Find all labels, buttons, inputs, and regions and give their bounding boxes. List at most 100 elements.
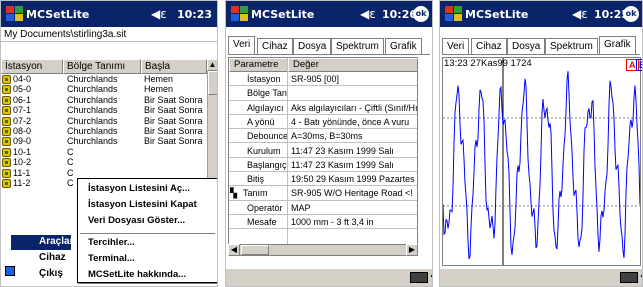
menu-item-preferences[interactable]: Tercihler... <box>88 237 135 248</box>
column-header-value[interactable]: Değer <box>288 58 418 72</box>
table-row[interactable]: 04-0 Churchlands Hemen <box>1 74 207 84</box>
tab-spectrum[interactable]: Spektrum <box>545 38 598 54</box>
data-view-screen: MCSetLite ◀ε 10:26 ok Veri Cihaz Dosya S… <box>225 0 433 287</box>
tab-device[interactable]: Cihaz <box>471 38 507 54</box>
scroll-left-icon[interactable]: ◀ <box>228 244 240 256</box>
parameter-row[interactable]: Mesafe 1000 mm - 3 ft 3,4 in <box>229 215 417 230</box>
table-row[interactable]: 10-2 C <box>1 157 207 168</box>
tab-data[interactable]: Veri <box>442 38 470 54</box>
speaker-icon[interactable]: ◀ε <box>572 7 588 21</box>
tab-graph[interactable]: Grafik <box>599 36 636 54</box>
station-start: Bir Saat Sonra <box>144 94 203 105</box>
menu-item-terminal[interactable]: Terminal... <box>88 253 135 264</box>
horizontal-scrollbar[interactable]: ◀ ▶ <box>228 244 418 256</box>
column-header-start[interactable]: Başla <box>141 59 207 74</box>
menu-item-close-station-list[interactable]: İstasyon Listesini Kapat <box>88 199 197 210</box>
tab-device[interactable]: Cihaz <box>257 38 293 54</box>
channel-b-marker[interactable]: B <box>636 59 642 71</box>
table-row[interactable]: 10-1 C <box>1 147 207 157</box>
station-region: Churchlands <box>67 94 118 105</box>
ok-button[interactable]: ok <box>623 6 639 22</box>
tab-data[interactable]: Veri <box>228 36 256 54</box>
table-row[interactable]: 05-0 Churchlands Hemen <box>1 84 207 95</box>
table-row[interactable]: 09-0 Churchlands Bir Saat Sonra <box>1 136 207 147</box>
table-row[interactable]: 07-2 Churchlands Bir Saat Sonra <box>1 116 207 126</box>
parameter-value: MAP <box>291 202 311 213</box>
station-icon <box>2 85 11 95</box>
command-bar <box>226 268 432 286</box>
tools-context-menu: İstasyon Listesini Aç... İstasyon Listes… <box>77 178 217 283</box>
tab-graph[interactable]: Grafik <box>385 38 422 54</box>
tab-divider <box>228 54 430 55</box>
menu-item-open-station-list[interactable]: İstasyon Listesini Aç... <box>88 183 190 194</box>
scroll-thumb[interactable] <box>208 71 217 95</box>
station-start: Bir Saat Sonra <box>144 105 203 116</box>
parameter-row[interactable]: Bölge Tanımı <box>229 86 417 101</box>
parameter-value: 1000 mm - 3 ft 3,4 in <box>291 217 374 227</box>
station-icon <box>2 95 11 105</box>
scroll-up-icon[interactable]: ▲ <box>207 59 217 71</box>
clock[interactable]: 10:23 <box>177 8 212 21</box>
station-region: Churchlands <box>67 84 118 95</box>
menu-item-show-data-file[interactable]: Veri Dosyası Göster... <box>88 215 185 226</box>
column-header-parameter[interactable]: Parametre <box>229 58 288 72</box>
signal-plot[interactable] <box>442 57 641 266</box>
speaker-icon[interactable]: ◀ε <box>151 7 167 21</box>
station-id: 10-2 <box>13 157 32 168</box>
tab-file[interactable]: Dosya <box>507 38 546 54</box>
menu-tools[interactable]: Araçlar <box>11 235 73 250</box>
parameter-value: 11:47 23 Kasım 1999 Salı <box>291 159 394 170</box>
title-bar: MCSetLite ◀ε 10:25 ok <box>440 1 642 27</box>
parameter-name: Bölge Tanımı <box>247 88 287 99</box>
column-header-region[interactable]: Bölge Tanımı <box>63 59 141 74</box>
menu-device[interactable]: Cihaz <box>11 251 71 266</box>
station-id: 07-2 <box>13 115 32 126</box>
station-region: Churchlands <box>67 136 118 147</box>
ok-button[interactable]: ok <box>413 6 429 22</box>
table-row[interactable]: 11-1 C <box>1 168 207 178</box>
station-icon <box>2 127 11 136</box>
scroll-right-icon[interactable]: ▶ <box>406 244 418 256</box>
keyboard-icon[interactable] <box>410 272 432 283</box>
menu-exit[interactable]: Çıkış <box>11 267 71 282</box>
station-id: 10-1 <box>13 146 32 157</box>
parameter-row[interactable]: A yönü 4 - Batı yönünde, önce A vuru <box>229 115 417 130</box>
parameter-row[interactable]: Debounce A=30ms, B=30ms <box>229 129 417 144</box>
parameter-row[interactable]: ▚ Tanım SR-905 W/O Heritage Road <! <box>229 186 417 201</box>
station-id: 04-0 <box>13 74 32 84</box>
windows-start-icon[interactable] <box>443 5 463 23</box>
table-row[interactable]: 06-1 Churchlands Bir Saat Sonra <box>1 95 207 105</box>
station-id: 09-0 <box>13 136 32 147</box>
table-row[interactable]: 08-0 Churchlands Bir Saat Sonra <box>1 126 207 136</box>
station-start: Hemen <box>144 74 174 84</box>
table-row[interactable]: 07-1 Churchlands Bir Saat Sonra <box>1 105 207 116</box>
parameter-row[interactable]: Başlangıç 11:47 23 Kasım 1999 Salı <box>229 158 417 173</box>
clock[interactable]: 10:26 <box>382 8 417 21</box>
windows-start-icon[interactable] <box>4 5 24 23</box>
tab-spectrum[interactable]: Spektrum <box>331 38 384 54</box>
speaker-icon[interactable]: ◀ε <box>360 7 376 21</box>
tab-file[interactable]: Dosya <box>293 38 332 54</box>
parameter-row[interactable]: Bitiş 19:50 29 Kasım 1999 Pazartes <box>229 172 417 187</box>
station-region: Churchlands <box>67 115 118 126</box>
parameter-row[interactable]: Kurulum 11:47 23 Kasım 1999 Salı <box>229 144 417 158</box>
parameter-value: 4 - Batı yönünde, önce A vuru <box>291 116 410 127</box>
parameter-name: Algılayıcı ... <box>247 102 287 113</box>
station-region: C <box>67 157 74 168</box>
parameter-row[interactable]: Algılayıcı ... Aks algılayıcıları - Çiftl… <box>229 101 417 115</box>
scroll-thumb[interactable] <box>241 245 269 255</box>
parameter-value: SR-905 [00] <box>291 74 340 84</box>
station-icon <box>2 158 11 168</box>
windows-start-icon[interactable] <box>229 5 249 23</box>
parameter-name: Debounce <box>247 131 287 142</box>
file-path: My Documents\stirling3a.sit <box>1 27 217 42</box>
menu-item-about[interactable]: MCSetLite hakkında... <box>88 269 186 280</box>
parameter-row[interactable]: Operatör MAP <box>229 201 417 215</box>
column-header-station[interactable]: İstasyon <box>1 59 63 74</box>
parameter-grid: Parametre Değer İstasyon SR-905 [00] Bölge… <box>228 57 418 250</box>
app-title: MCSetLite <box>465 8 529 21</box>
binoculars-icon[interactable]: ▚ <box>230 186 242 200</box>
parameter-row[interactable]: İstasyon SR-905 [00] <box>229 72 417 87</box>
notepad-icon[interactable] <box>5 266 15 276</box>
keyboard-icon[interactable] <box>620 272 642 283</box>
